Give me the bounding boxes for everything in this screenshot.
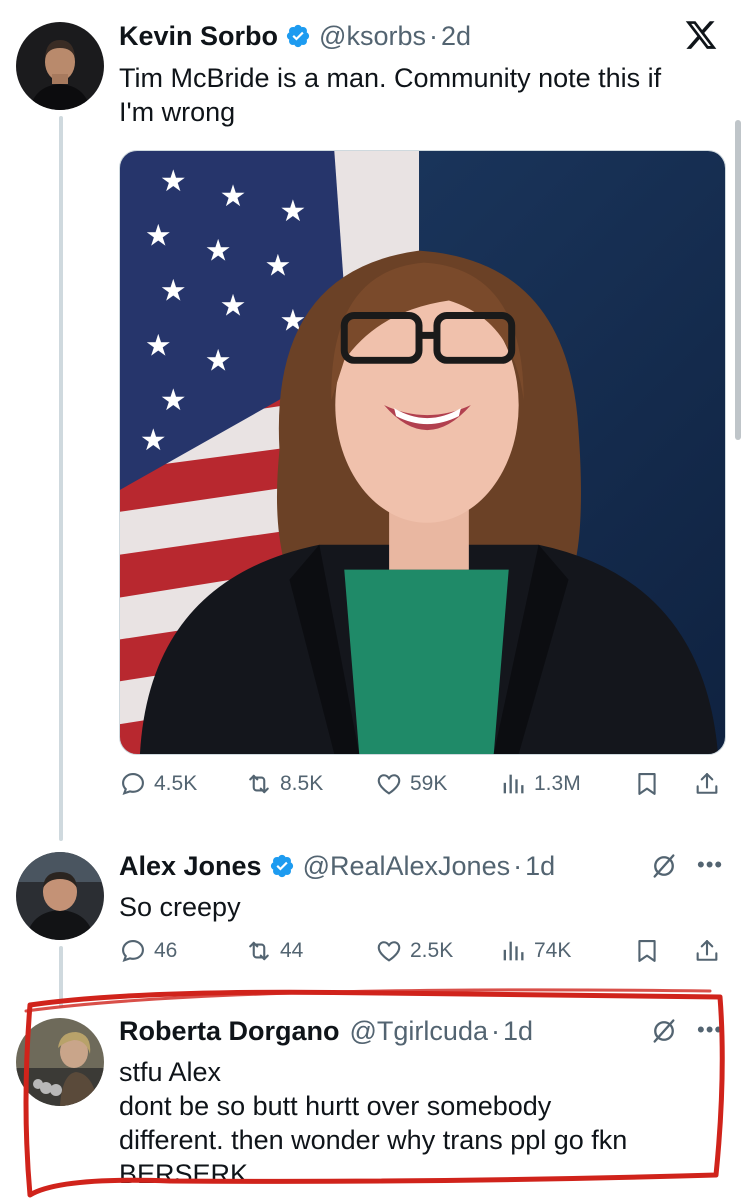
bookmark-button[interactable] — [633, 937, 661, 965]
svg-text:★: ★ — [160, 274, 187, 309]
bookmark-icon — [638, 773, 656, 795]
display-name[interactable]: Kevin Sorbo — [119, 19, 278, 53]
svg-text:★: ★ — [205, 234, 232, 269]
avatar[interactable] — [16, 1018, 104, 1106]
svg-text:★: ★ — [145, 219, 172, 254]
views-count: 74K — [534, 939, 572, 962]
repost-button[interactable]: 44 — [245, 937, 303, 965]
display-name[interactable]: Alex Jones — [119, 849, 262, 883]
repost-count: 44 — [280, 939, 304, 962]
share-button[interactable] — [693, 937, 721, 965]
thread-line — [59, 946, 63, 1008]
like-count: 59K — [410, 772, 448, 795]
like-icon — [377, 941, 401, 962]
reply-button[interactable]: 4.5K — [119, 770, 197, 798]
timestamp[interactable]: 2d — [441, 19, 471, 53]
separator: · — [513, 851, 523, 881]
svg-text:★: ★ — [220, 179, 247, 214]
reply-icon — [122, 940, 144, 963]
views-icon — [503, 941, 524, 961]
like-button[interactable]: 2.5K — [375, 937, 453, 965]
views-count: 1.3M — [534, 772, 581, 795]
tweet-text-line: So creepy — [119, 892, 241, 922]
bookmark-icon — [638, 940, 656, 962]
grok-icon[interactable] — [650, 1017, 678, 1045]
tweet-text-line: Tim McBride is a man. Community note thi… — [119, 63, 662, 93]
svg-text:★: ★ — [145, 328, 172, 363]
svg-text:★: ★ — [279, 194, 306, 229]
svg-text:★: ★ — [220, 288, 247, 323]
separator: · — [490, 1016, 500, 1046]
views-button[interactable]: 74K — [499, 937, 571, 965]
svg-text:★: ★ — [160, 383, 187, 418]
tweet-photo[interactable]: ★ ★ ★ ★ ★ ★ ★ ★ ★ ★ ★ ★ ★ — [119, 150, 726, 755]
tweet-text: So creepy — [119, 890, 241, 924]
like-button[interactable]: 59K — [375, 770, 447, 798]
svg-text:★: ★ — [265, 249, 292, 284]
like-count: 2.5K — [410, 939, 454, 962]
like-icon — [377, 774, 401, 795]
user-handle[interactable]: @RealAlexJones — [303, 849, 511, 883]
share-button[interactable] — [693, 770, 721, 798]
share-icon — [696, 940, 718, 961]
timestamp[interactable]: 1d — [503, 1014, 533, 1048]
user-handle[interactable]: @ksorbs — [319, 19, 426, 53]
repost-count: 8.5K — [280, 772, 324, 795]
verified-badge-icon — [269, 853, 295, 879]
tweet-text-line: I'm wrong — [119, 97, 236, 127]
svg-text:★: ★ — [140, 423, 167, 458]
more-icon[interactable]: ••• — [697, 854, 723, 876]
reply-button[interactable]: 46 — [119, 937, 177, 965]
reply-count: 4.5K — [154, 772, 198, 795]
tweet-text: Tim McBride is a man. Community note thi… — [119, 61, 661, 129]
repost-button[interactable]: 8.5K — [245, 770, 323, 798]
share-icon — [696, 773, 718, 794]
reply-icon — [122, 773, 144, 796]
thread-line — [59, 116, 63, 841]
separator: · — [428, 21, 438, 51]
reply-count: 46 — [154, 939, 178, 962]
display-name[interactable]: Roberta Dorgano — [119, 1014, 340, 1048]
tweet-header: Roberta Dorgano @Tgirlcuda · 1d — [119, 1014, 533, 1048]
avatar[interactable] — [16, 852, 104, 940]
repost-icon — [249, 941, 269, 961]
tweet-text-line: different. then wonder why trans ppl go … — [119, 1125, 628, 1155]
more-icon[interactable]: ••• — [697, 1019, 723, 1041]
user-handle[interactable]: @Tgirlcuda — [350, 1014, 488, 1048]
svg-text:★: ★ — [160, 164, 187, 199]
avatar[interactable] — [16, 22, 104, 110]
views-button[interactable]: 1.3M — [499, 770, 581, 798]
svg-text:★: ★ — [205, 343, 232, 378]
tweet-actions: 46 44 2.5K 74K — [119, 937, 724, 977]
tweet-text-line: BERSERK — [119, 1159, 249, 1189]
tweet-header: Alex Jones @RealAlexJones · 1d — [119, 849, 555, 883]
bookmark-button[interactable] — [633, 770, 661, 798]
timestamp[interactable]: 1d — [525, 849, 555, 883]
repost-icon — [249, 774, 269, 794]
tweet-text: stfu Alex dont be so butt hurtt over som… — [119, 1055, 627, 1191]
tweet-text-line: stfu Alex — [119, 1057, 222, 1087]
grok-icon[interactable] — [650, 852, 678, 880]
tweet-actions: 4.5K 8.5K 59K 1.3M — [119, 770, 724, 810]
scrollbar[interactable] — [735, 120, 741, 440]
views-icon — [503, 774, 524, 794]
tweet-text-line: dont be so butt hurtt over somebody — [119, 1091, 552, 1121]
tweet-header: Kevin Sorbo @ksorbs · 2d — [119, 19, 471, 53]
verified-badge-icon — [285, 23, 311, 49]
x-logo-icon — [684, 18, 718, 52]
